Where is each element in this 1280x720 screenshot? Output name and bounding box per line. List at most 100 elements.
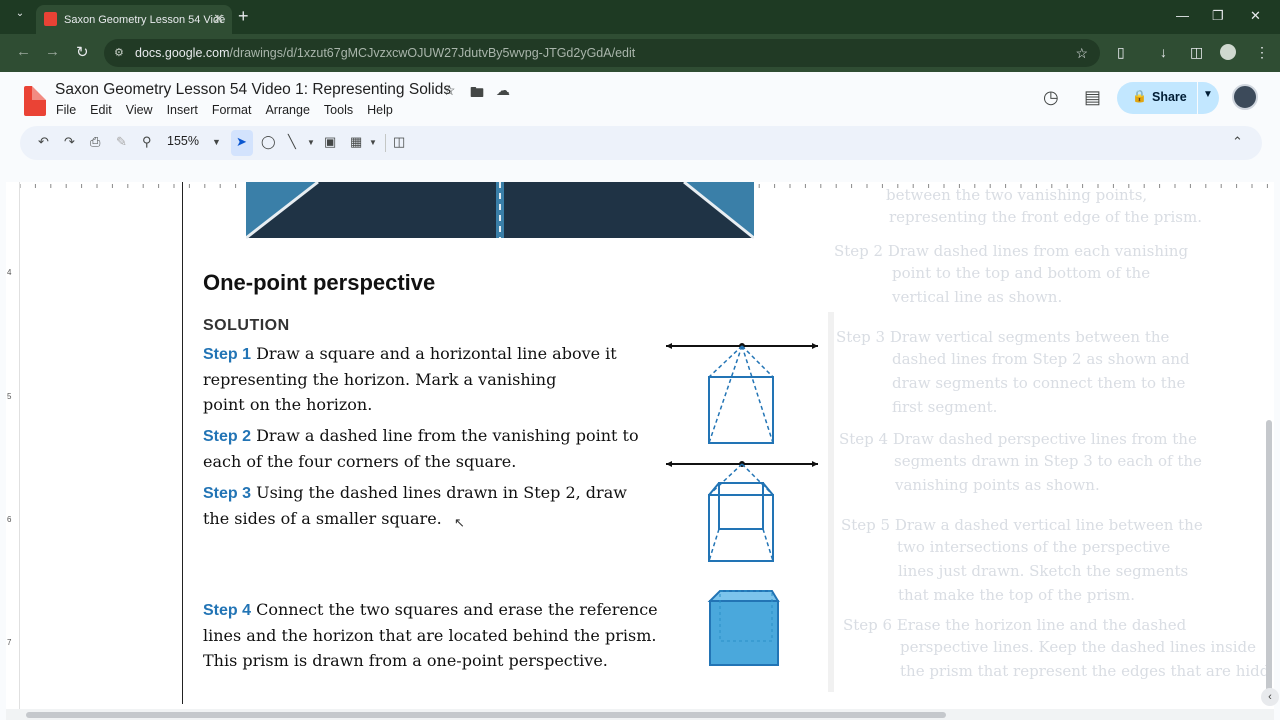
url-path: /drawings/d/1xzut67gMCJvzxcwOJUW27JdutvB… (229, 46, 636, 60)
document-title[interactable]: Saxon Geometry Lesson 54 Video 1: Repres… (55, 81, 451, 99)
move-folder-icon[interactable]: 🖿 (470, 82, 484, 106)
paint-format-icon[interactable]: ✎ (116, 134, 127, 150)
step-4-line-2: lines and the horizon that are located b… (203, 626, 657, 645)
ruler-left-mark-4: 4 (7, 268, 12, 277)
text-box-icon[interactable]: ▣ (324, 134, 336, 150)
step-3-line-2: the sides of a smaller square. (203, 509, 442, 528)
tab-search-button[interactable]: ⌄ (9, 8, 31, 26)
mouse-cursor-icon: ↖ (454, 515, 465, 530)
new-tab-button[interactable]: + (238, 6, 249, 27)
version-history-icon[interactable]: ◷ (1043, 87, 1059, 108)
maximize-icon[interactable]: ❐ (1212, 8, 1224, 24)
right-page-shadow (828, 312, 834, 692)
shape-icon[interactable]: ◯ (261, 134, 276, 150)
menu-insert[interactable]: Insert (167, 103, 198, 117)
step-1-text: Step 1 Draw a square and a horizontal li… (203, 341, 617, 417)
zoom-dropdown-icon[interactable]: ▼ (212, 137, 221, 147)
faded-text-line: that make the top of the prism. (898, 586, 1136, 604)
select-cursor-icon[interactable]: ➤ (236, 134, 247, 150)
chrome-menu-icon[interactable]: ⋮ (1255, 44, 1269, 61)
menu-edit[interactable]: Edit (90, 103, 112, 117)
road-image[interactable] (246, 182, 754, 240)
horizontal-scrollbar-thumb[interactable] (26, 712, 946, 718)
faded-text-line: perspective lines. Keep the dashed lines… (900, 638, 1256, 656)
add-comment-icon[interactable]: ◫ (393, 134, 405, 150)
faded-text-line: first segment. (892, 398, 998, 416)
horizontal-scrollbar[interactable] (6, 709, 1274, 720)
share-button[interactable]: 🔒 Share ▼ (1117, 82, 1219, 114)
ruler-left-mark-5: 5 (7, 392, 12, 401)
reload-icon[interactable]: ↻ (76, 43, 89, 61)
site-info-icon[interactable]: ⚙ (114, 39, 124, 67)
faded-text-line: segments drawn in Step 3 to each of the (894, 452, 1202, 470)
menu-file[interactable]: File (56, 103, 76, 117)
drawing-toolbar: ↶ ↷ ⎙ ✎ ⚲ 155% ▼ ➤ ◯ ╲ ▼ ▣ ▦ ▼ ◫ ⌃ (20, 126, 1262, 160)
menu-bar: File Edit View Insert Format Arrange Too… (56, 103, 407, 117)
menu-format[interactable]: Format (212, 103, 252, 117)
profile-avatar[interactable] (1220, 44, 1236, 60)
print-icon[interactable]: ⎙ (90, 134, 100, 150)
browser-tab-active[interactable]: Saxon Geometry Lesson 54 Vidé ✕ (36, 5, 232, 34)
redo-icon[interactable]: ↷ (64, 134, 75, 150)
faded-text-line: Step 4 Draw dashed perspective lines fro… (839, 430, 1197, 448)
step-1-line-3: point on the horizon. (203, 395, 373, 414)
collapse-toolbar-icon[interactable]: ⌃ (1232, 134, 1243, 150)
drawing-canvas[interactable]: 1 2 3 4 5 6 7 8 4 5 6 7 One-point perspe… (6, 182, 1274, 712)
step-3-diagram[interactable] (662, 455, 822, 567)
sidebar-icon[interactable]: ◫ (1190, 44, 1203, 61)
step-1-label: Step 1 (203, 346, 252, 363)
step-4-line-3: This prism is drawn from a one-point per… (203, 651, 608, 670)
step-1-2-diagram[interactable] (662, 337, 822, 447)
step-2-line-1: Draw a dashed line from the vanishing po… (251, 426, 639, 445)
undo-icon[interactable]: ↶ (38, 134, 49, 150)
url-input[interactable]: ⚙ docs.google.com/drawings/d/1xzut67gMCJ… (104, 39, 1100, 67)
step-4-text: Step 4 Connect the two squares and erase… (203, 597, 658, 673)
menu-view[interactable]: View (126, 103, 153, 117)
extensions-icon[interactable]: ▯ (1117, 44, 1125, 61)
faded-text-line: Step 6 Erase the horizon line and the da… (843, 616, 1187, 634)
faded-text-line: between the two vanishing points, (886, 186, 1148, 204)
faded-text-line: the prism that represent the edges that … (900, 662, 1270, 680)
menu-arrange[interactable]: Arrange (265, 103, 309, 117)
close-window-icon[interactable]: ✕ (1250, 8, 1261, 24)
bookmark-star-icon[interactable]: ☆ (1075, 39, 1088, 67)
share-dropdown-icon[interactable]: ▼ (1203, 89, 1213, 100)
side-panel-toggle-icon[interactable]: ‹ (1261, 688, 1279, 706)
image-icon[interactable]: ▦ (350, 134, 362, 150)
forward-icon[interactable]: → (45, 43, 60, 60)
line-icon[interactable]: ╲ (288, 134, 296, 150)
step-3-label: Step 3 (203, 485, 252, 502)
star-icon[interactable]: ☆ (443, 82, 456, 99)
faded-text-line: vanishing points as shown. (895, 476, 1100, 494)
step-4-label: Step 4 (203, 602, 252, 619)
image-dropdown-icon[interactable]: ▼ (369, 138, 377, 147)
drawings-header: Saxon Geometry Lesson 54 Video 1: Repres… (6, 72, 1274, 184)
zoom-icon[interactable]: ⚲ (142, 134, 152, 150)
line-dropdown-icon[interactable]: ▼ (307, 138, 315, 147)
faded-text-line: two intersections of the perspective (897, 538, 1171, 556)
step-4-prism-diagram[interactable] (706, 587, 782, 669)
toolbar-divider (385, 134, 386, 152)
menu-tools[interactable]: Tools (324, 103, 353, 117)
google-drawings-favicon (44, 12, 57, 26)
tab-close-icon[interactable]: ✕ (213, 11, 224, 27)
share-label: Share (1152, 90, 1187, 104)
minimize-icon[interactable]: — (1176, 8, 1189, 23)
comments-icon[interactable]: ▤ (1084, 87, 1101, 108)
page-left-edge (182, 182, 183, 704)
solution-label: SOLUTION (203, 317, 290, 334)
step-4-line-1: Connect the two squares and erase the re… (251, 600, 658, 619)
drawings-logo-icon[interactable] (24, 86, 46, 116)
download-icon[interactable]: ↓ (1160, 44, 1167, 60)
tab-title: Saxon Geometry Lesson 54 Vidé (64, 13, 226, 26)
step-3-text: Step 3 Using the dashed lines drawn in S… (203, 480, 627, 531)
faded-text-line: lines just drawn. Sketch the segments (898, 562, 1189, 580)
zoom-select[interactable]: 155% (167, 134, 199, 148)
faded-text-line: draw segments to connect them to the (892, 374, 1186, 392)
vertical-scrollbar-thumb[interactable] (1266, 420, 1272, 700)
step-3-line-1: Using the dashed lines drawn in Step 2, … (251, 483, 627, 502)
back-icon[interactable]: ← (16, 43, 31, 60)
cloud-saved-icon[interactable]: ☁ (496, 82, 510, 99)
user-avatar[interactable] (1232, 84, 1258, 110)
menu-help[interactable]: Help (367, 103, 393, 117)
